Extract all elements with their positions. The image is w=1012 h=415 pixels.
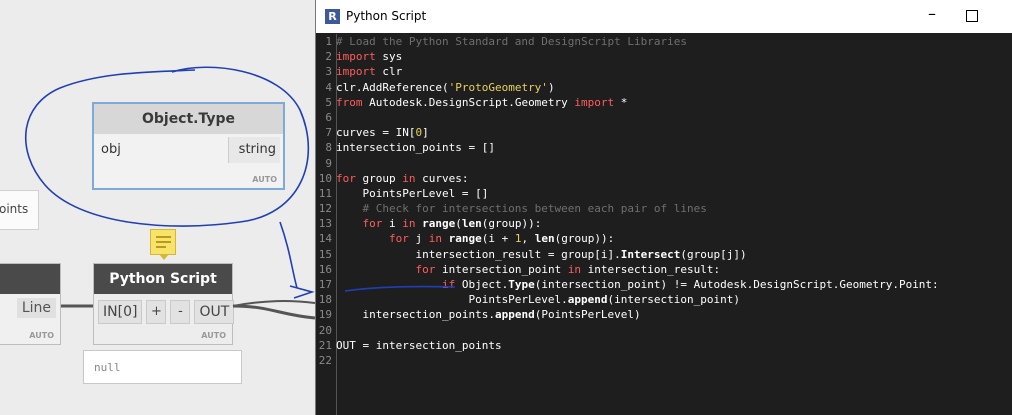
annotation-arrow-head [289, 285, 315, 299]
annotation-overlay [24, 66, 456, 299]
annotation-underline [344, 285, 456, 292]
annotation-arrow-line [279, 221, 298, 289]
annotation-loop [24, 66, 310, 227]
